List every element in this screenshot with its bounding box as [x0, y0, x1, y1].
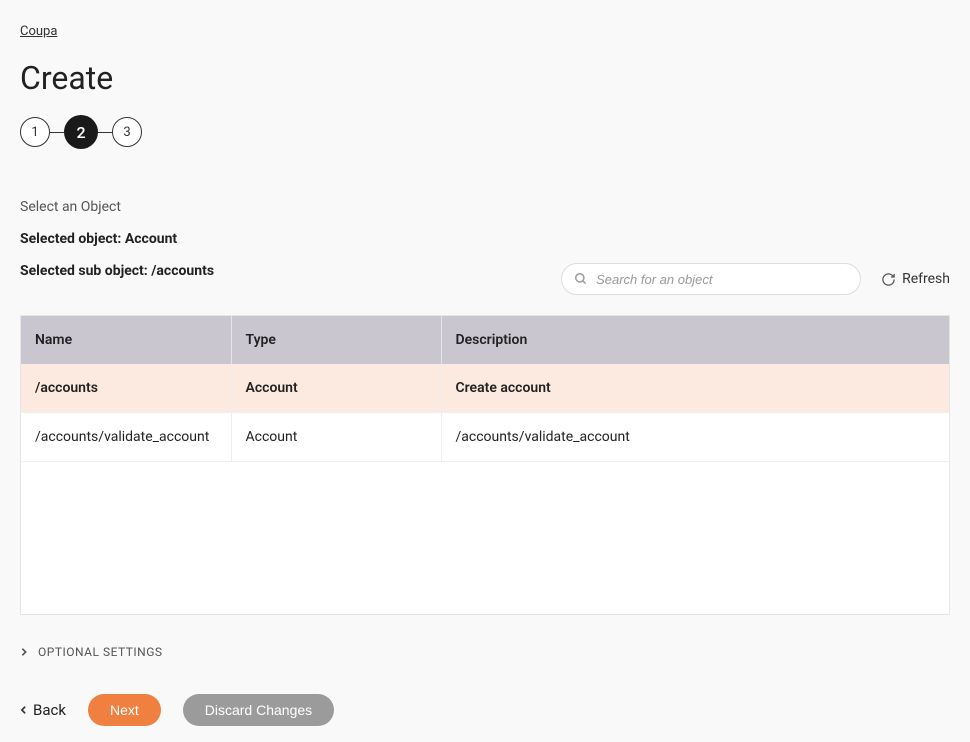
- refresh-icon: [881, 272, 896, 287]
- step-3[interactable]: 3: [112, 117, 142, 147]
- search-input[interactable]: [596, 272, 848, 287]
- selected-sub-value: /accounts: [151, 263, 214, 279]
- step-connector: [98, 132, 112, 133]
- breadcrumb-link[interactable]: Coupa: [20, 24, 57, 39]
- next-button[interactable]: Next: [88, 694, 161, 726]
- chevron-right-icon: [20, 647, 28, 657]
- col-header-description[interactable]: Description: [441, 316, 949, 364]
- table-row[interactable]: /accounts/validate_account Account /acco…: [21, 413, 949, 462]
- refresh-button[interactable]: Refresh: [881, 271, 950, 287]
- discard-button[interactable]: Discard Changes: [183, 694, 334, 726]
- section-label: Select an Object: [20, 199, 950, 215]
- cell-type: Account: [231, 413, 441, 462]
- cell-name: /accounts/validate_account: [21, 413, 231, 462]
- refresh-label: Refresh: [902, 271, 950, 287]
- col-header-type[interactable]: Type: [231, 316, 441, 364]
- cell-description: /accounts/validate_account: [441, 413, 949, 462]
- selected-sub-label: Selected sub object:: [20, 263, 151, 279]
- cell-type: Account: [231, 364, 441, 413]
- back-button[interactable]: Back: [20, 701, 66, 719]
- page-title: Create: [20, 59, 950, 97]
- back-label: Back: [33, 701, 66, 719]
- wizard-stepper: 1 2 3: [20, 115, 950, 149]
- selected-object-label: Selected object:: [20, 231, 125, 247]
- chevron-left-icon: [20, 705, 27, 715]
- step-connector: [50, 132, 64, 133]
- optional-settings-toggle[interactable]: OPTIONAL SETTINGS: [20, 645, 950, 659]
- step-1[interactable]: 1: [20, 117, 50, 147]
- selected-object: Selected object: Account: [20, 231, 950, 247]
- objects-table: Name Type Description /accounts Account …: [20, 315, 950, 615]
- step-2[interactable]: 2: [64, 115, 98, 149]
- cell-name: /accounts: [21, 364, 231, 413]
- optional-settings-label: OPTIONAL SETTINGS: [38, 645, 163, 659]
- table-row[interactable]: /accounts Account Create account: [21, 364, 949, 413]
- col-header-name[interactable]: Name: [21, 316, 231, 364]
- search-box[interactable]: [561, 263, 861, 295]
- cell-description: Create account: [441, 364, 949, 413]
- selected-object-value: Account: [125, 231, 177, 247]
- search-icon: [574, 272, 588, 286]
